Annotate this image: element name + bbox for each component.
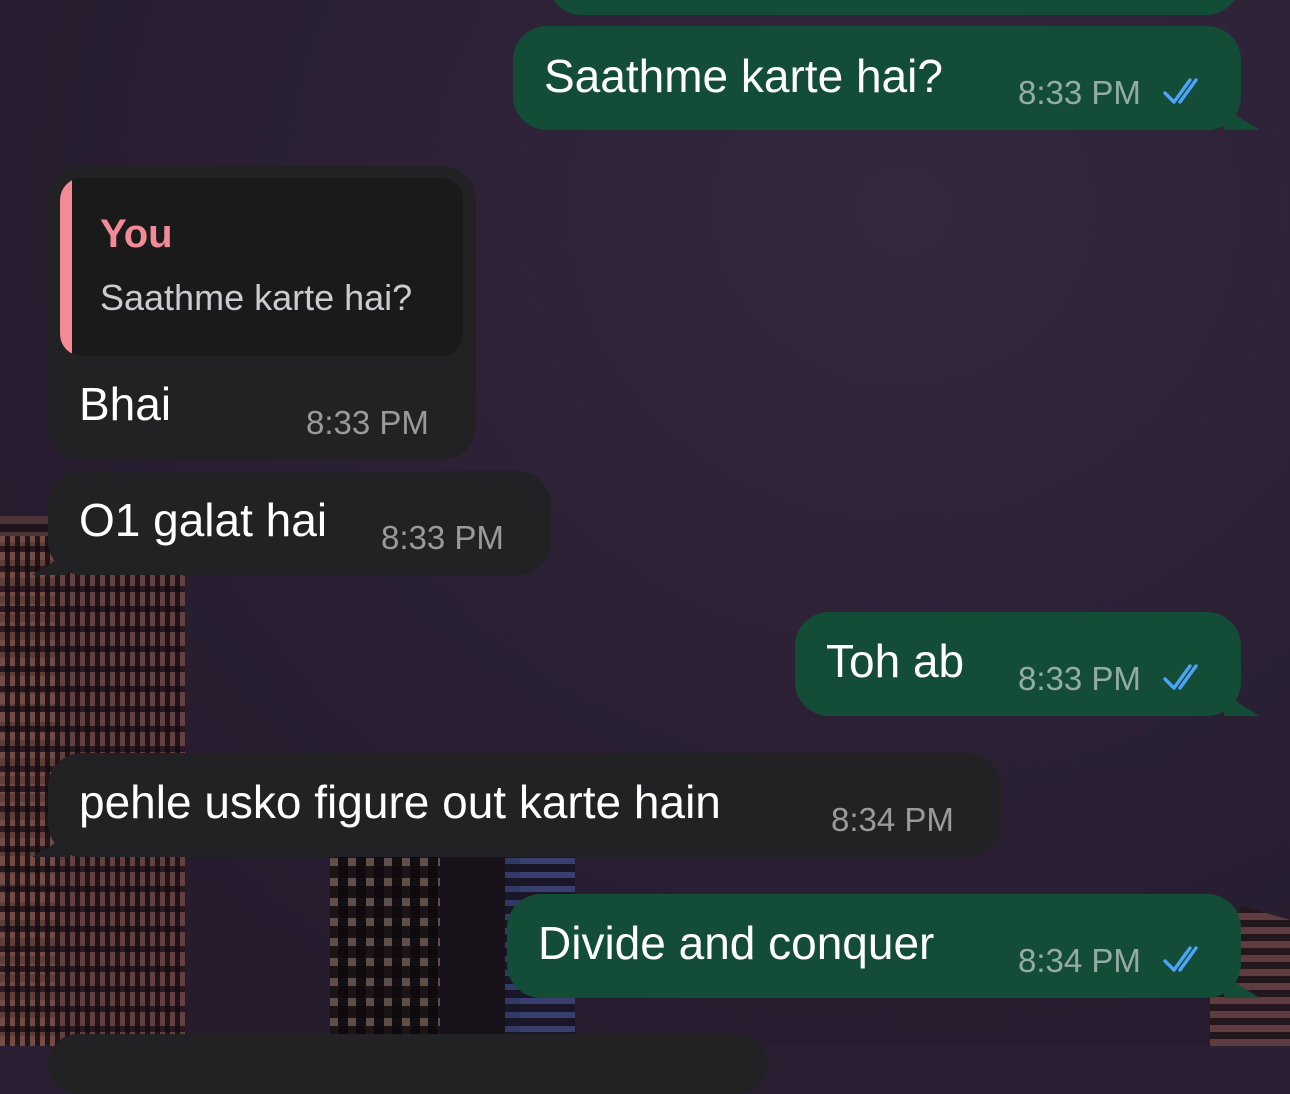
double-check-icon bbox=[1163, 664, 1198, 690]
reply-quote-accent bbox=[60, 178, 72, 356]
message-time: 8:34 PM bbox=[831, 801, 954, 838]
message-time: 8:33 PM bbox=[306, 404, 429, 441]
message-time: 8:34 PM bbox=[1018, 942, 1141, 979]
reply-quote[interactable]: You Saathme karte hai? bbox=[60, 178, 463, 356]
double-check-icon bbox=[1163, 78, 1198, 104]
message-time: 8:33 PM bbox=[1018, 660, 1141, 697]
message-bubble-incoming[interactable]: You Saathme karte hai? Bhai 8:33 PM bbox=[48, 166, 476, 460]
message-text: Bhai bbox=[79, 378, 172, 430]
message-bubble-outgoing[interactable]: Toh ab 8:33 PM bbox=[795, 612, 1241, 716]
message-time: 8:33 PM bbox=[1018, 74, 1141, 111]
reply-quote-author: You bbox=[100, 212, 173, 256]
message-bubble-incoming[interactable]: pehle usko figure out karte hain 8:34 PM bbox=[48, 753, 1001, 857]
reply-quote-text: Saathme karte hai? bbox=[100, 277, 413, 318]
message-bubble-outgoing[interactable]: Divide and conquer 8:34 PM bbox=[507, 894, 1241, 998]
message-text: pehle usko figure out karte hain bbox=[79, 776, 721, 828]
wallpaper-building bbox=[330, 856, 440, 1046]
message-text: Divide and conquer bbox=[538, 917, 935, 969]
message-bubble-incoming[interactable]: O1 galat hai 8:33 PM bbox=[48, 471, 551, 575]
message-text: Toh ab bbox=[826, 635, 965, 687]
message-text: O1 galat hai bbox=[79, 494, 328, 546]
message-bubble-outgoing[interactable]: Saathme karte hai? 8:33 PM bbox=[513, 26, 1241, 130]
message-text: Saathme karte hai? bbox=[544, 50, 943, 102]
message-time: 8:33 PM bbox=[381, 519, 504, 556]
partial-incoming-bubble bbox=[48, 1034, 768, 1094]
double-check-icon bbox=[1163, 946, 1198, 972]
partial-outgoing-bubble bbox=[548, 0, 1240, 15]
